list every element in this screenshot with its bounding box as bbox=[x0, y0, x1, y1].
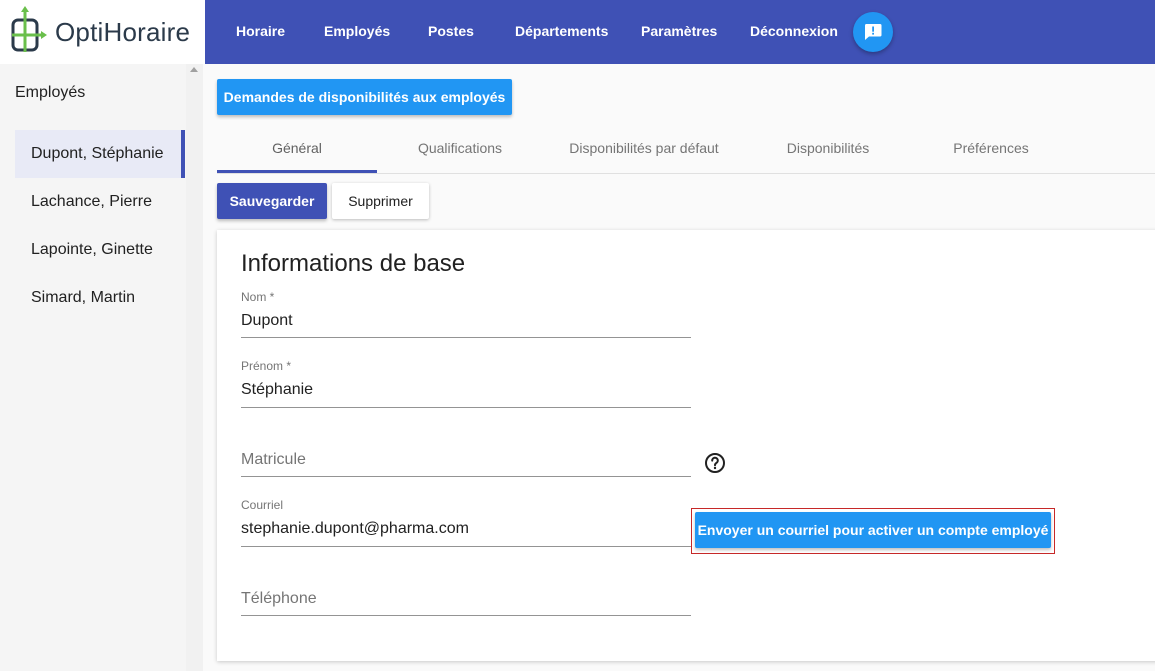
chat-button[interactable] bbox=[853, 12, 893, 52]
prenom-field[interactable]: Stéphanie bbox=[241, 381, 313, 399]
tab-bar: Général Qualifications Disponibilités pa… bbox=[217, 124, 1155, 174]
tab-indicator bbox=[217, 170, 377, 173]
employee-item-simard[interactable]: Simard, Martin bbox=[15, 274, 185, 322]
logo-icon bbox=[11, 6, 47, 52]
basic-info-card: Informations de base Nom * Dupont Prénom… bbox=[217, 230, 1155, 661]
delete-button[interactable]: Supprimer bbox=[332, 183, 429, 219]
tab-qualifications[interactable]: Qualifications bbox=[377, 124, 543, 172]
nom-field[interactable]: Dupont bbox=[241, 312, 293, 330]
logo[interactable]: OptiHoraire bbox=[0, 0, 205, 64]
sidebar-title: Employés bbox=[15, 84, 86, 101]
courriel-label: Courriel bbox=[241, 498, 284, 512]
sidebar-scrollbar[interactable] bbox=[186, 64, 203, 671]
nom-label: Nom * bbox=[241, 290, 275, 304]
chat-alert-icon bbox=[864, 24, 882, 40]
telephone-field[interactable]: Téléphone bbox=[241, 590, 317, 608]
scroll-up-icon[interactable] bbox=[190, 67, 198, 72]
matricule-field[interactable]: Matricule bbox=[241, 451, 306, 469]
send-activation-email-button[interactable]: Envoyer un courriel pour activer un comp… bbox=[695, 512, 1051, 548]
nom-underline bbox=[241, 337, 691, 338]
request-availability-button[interactable]: Demandes de disponibilités aux employés bbox=[217, 79, 512, 115]
telephone-underline bbox=[241, 615, 691, 616]
nav-employes[interactable]: Employés bbox=[324, 0, 390, 64]
tab-preferences[interactable]: Préférences bbox=[911, 124, 1071, 172]
logo-text: OptiHoraire bbox=[55, 17, 191, 47]
courriel-field[interactable]: stephanie.dupont@pharma.com bbox=[241, 520, 469, 538]
employee-item-lachance[interactable]: Lachance, Pierre bbox=[15, 178, 185, 226]
tab-disponibilites[interactable]: Disponibilités bbox=[745, 124, 911, 172]
nav-departements[interactable]: Départements bbox=[515, 0, 608, 64]
employee-item-lapointe[interactable]: Lapointe, Ginette bbox=[15, 226, 185, 274]
courriel-underline bbox=[241, 546, 691, 547]
matricule-underline bbox=[241, 476, 691, 477]
prenom-label: Prénom * bbox=[241, 359, 292, 373]
employee-item-dupont[interactable]: Dupont, Stéphanie bbox=[15, 130, 185, 178]
nav-horaire[interactable]: Horaire bbox=[236, 0, 285, 64]
section-title: Informations de base bbox=[241, 250, 466, 277]
nav-postes[interactable]: Postes bbox=[428, 0, 474, 64]
nav-deconnexion[interactable]: Déconnexion bbox=[750, 0, 838, 64]
help-circle-icon[interactable] bbox=[704, 452, 726, 474]
prenom-underline bbox=[241, 407, 691, 408]
top-app-bar: OptiHoraire Horaire Employés Postes Dépa… bbox=[0, 0, 1155, 64]
nav-parametres[interactable]: Paramètres bbox=[641, 0, 717, 64]
tab-disponibilites-defaut[interactable]: Disponibilités par défaut bbox=[543, 124, 745, 172]
tab-general[interactable]: Général bbox=[217, 124, 377, 172]
sidebar: Employés Dupont, Stéphanie Lachance, Pie… bbox=[0, 64, 203, 671]
save-button[interactable]: Sauvegarder bbox=[217, 183, 327, 219]
